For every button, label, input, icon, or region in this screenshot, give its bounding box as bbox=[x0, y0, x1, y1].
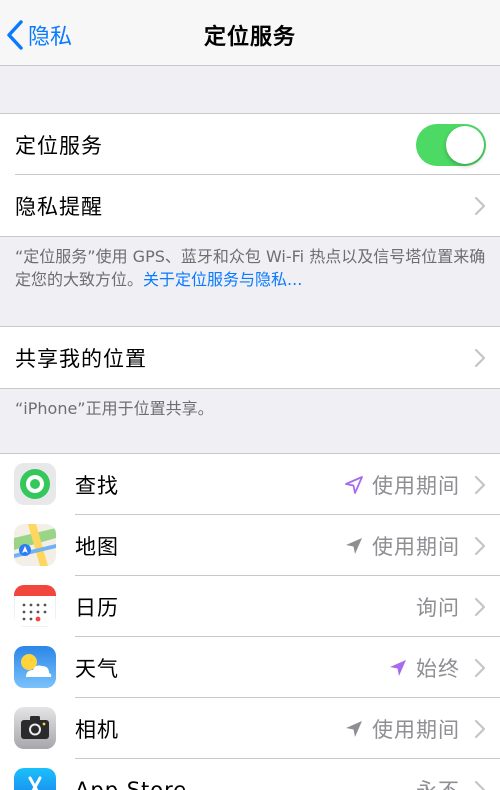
app-name: 查找 bbox=[75, 473, 119, 498]
apps-group: 查找 使用期间 地图 使用期间 日历 询问 天气 始终 相机 使用期间 App … bbox=[0, 453, 500, 790]
location-arrow-outline-icon bbox=[345, 475, 363, 494]
privacy-alerts-label: 隐私提醒 bbox=[15, 194, 103, 219]
app-name: 相机 bbox=[75, 717, 119, 742]
app-name: 天气 bbox=[75, 656, 119, 681]
chevron-right-icon bbox=[474, 348, 486, 367]
app-store-icon bbox=[14, 768, 56, 790]
page-title: 定位服务 bbox=[203, 25, 296, 50]
calendar-icon bbox=[14, 585, 56, 627]
share-location-row[interactable]: 共享我的位置 bbox=[0, 327, 500, 388]
app-permission: 询问 bbox=[416, 592, 460, 622]
find-my-icon bbox=[14, 463, 56, 505]
share-location-label: 共享我的位置 bbox=[15, 346, 147, 371]
app-name: App Store bbox=[75, 777, 188, 790]
app-permission-value: 使用期间 bbox=[372, 717, 460, 742]
app-row-maps[interactable]: 地图 使用期间 bbox=[0, 515, 500, 576]
location-arrow-icon bbox=[346, 537, 362, 554]
share-group: 共享我的位置 bbox=[0, 326, 500, 389]
app-permission: 永不 bbox=[416, 775, 460, 790]
app-name: 日历 bbox=[75, 595, 119, 620]
location-arrow-icon bbox=[346, 720, 362, 737]
chevron-right-icon bbox=[474, 536, 486, 555]
location-group: 定位服务 隐私提醒 bbox=[0, 113, 500, 237]
chevron-right-icon bbox=[474, 597, 486, 616]
app-permission-value: 始终 bbox=[416, 656, 460, 681]
chevron-right-icon bbox=[474, 780, 486, 790]
location-arrow-icon bbox=[390, 659, 406, 676]
maps-icon bbox=[14, 524, 56, 566]
app-row-find-my[interactable]: 查找 使用期间 bbox=[0, 454, 500, 515]
chevron-right-icon bbox=[474, 658, 486, 677]
app-row-weather[interactable]: 天气 始终 bbox=[0, 637, 500, 698]
toggle-knob bbox=[446, 126, 484, 164]
app-permission: 使用期间 bbox=[344, 470, 460, 500]
navigation-bar: 隐私 定位服务 bbox=[0, 0, 500, 66]
app-row-app-store[interactable]: App Store 永不 bbox=[0, 759, 500, 790]
location-services-toggle[interactable] bbox=[416, 124, 486, 166]
chevron-right-icon bbox=[474, 475, 486, 494]
privacy-alerts-row[interactable]: 隐私提醒 bbox=[0, 175, 500, 236]
location-privacy-link[interactable]: 关于定位服务与隐私... bbox=[143, 270, 302, 289]
app-permission-value: 使用期间 bbox=[372, 473, 460, 498]
app-row-calendar[interactable]: 日历 询问 bbox=[0, 576, 500, 637]
app-row-camera[interactable]: 相机 使用期间 bbox=[0, 698, 500, 759]
app-permission-value: 使用期间 bbox=[372, 534, 460, 559]
location-info-text: “定位服务”使用 GPS、蓝牙和众包 Wi-Fi 热点以及信号塔位置来确定您的大… bbox=[15, 245, 490, 291]
chevron-right-icon bbox=[474, 196, 486, 215]
location-services-row: 定位服务 bbox=[0, 114, 500, 175]
app-permission-value: 永不 bbox=[416, 775, 460, 790]
app-permission-value: 询问 bbox=[416, 595, 460, 620]
app-permission: 使用期间 bbox=[344, 714, 460, 744]
app-permission: 使用期间 bbox=[344, 531, 460, 561]
weather-icon bbox=[14, 646, 56, 688]
share-footer-text: “iPhone”正用于位置共享。 bbox=[15, 399, 214, 418]
location-services-label: 定位服务 bbox=[15, 133, 103, 158]
app-name: 地图 bbox=[75, 534, 119, 559]
chevron-right-icon bbox=[474, 719, 486, 738]
app-permission: 始终 bbox=[388, 653, 460, 683]
camera-icon bbox=[14, 707, 56, 749]
